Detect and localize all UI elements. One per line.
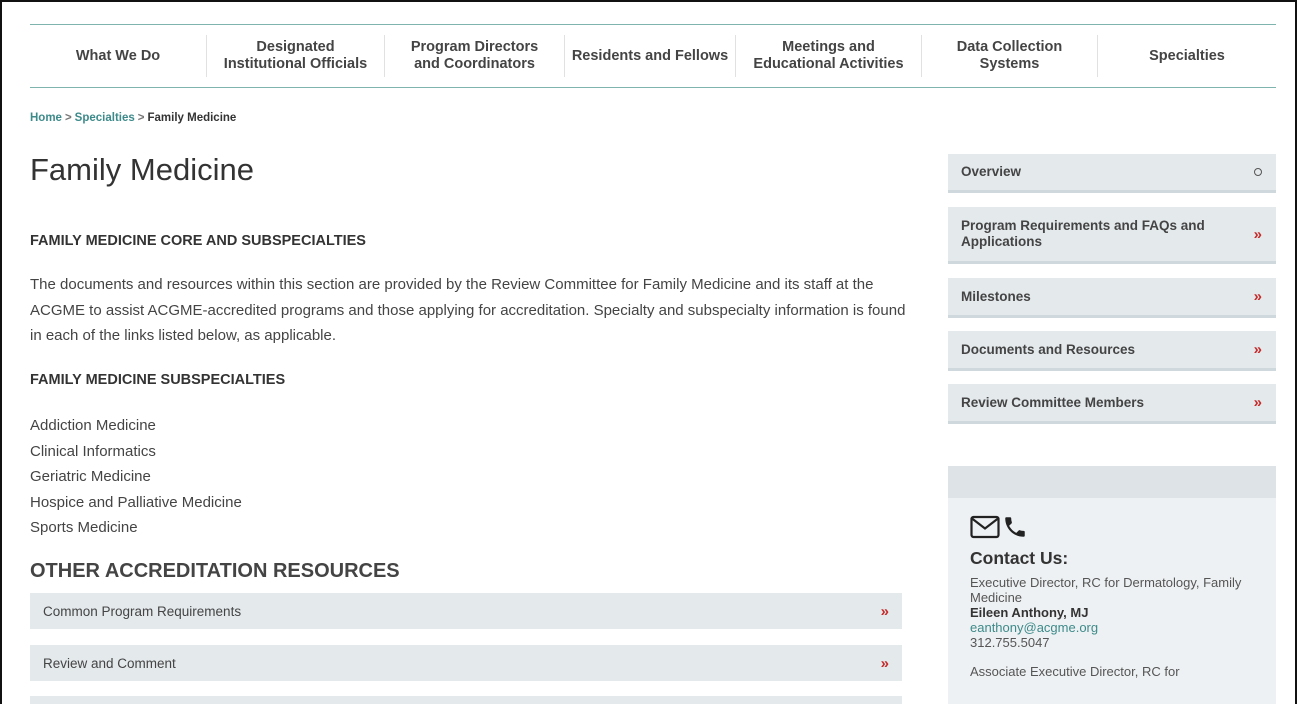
envelope-icon: [970, 515, 1000, 544]
resource-common-program-requirements[interactable]: Common Program Requirements »: [30, 593, 902, 629]
resource-item[interactable]: [30, 696, 902, 704]
contact-role-secondary: Associate Executive Director, RC for: [970, 664, 1180, 679]
other-resources-heading: OTHER ACCREDITATION RESOURCES: [30, 560, 400, 582]
contact-role: Executive Director, RC for Dermatology, …: [970, 575, 1242, 605]
subspecialty-link-hospice-palliative[interactable]: Hospice and Palliative Medicine: [30, 490, 242, 516]
circle-icon: [1254, 168, 1262, 176]
chevron-double-right-icon: »: [1253, 394, 1262, 411]
sidebar-item-label: Overview: [961, 164, 1022, 179]
sidebar-item-label: Documents and Resources: [961, 341, 1136, 357]
breadcrumb-home-link[interactable]: Home: [30, 112, 62, 124]
subspecialty-link-geriatric-medicine[interactable]: Geriatric Medicine: [30, 464, 242, 490]
page-title: Family Medicine: [30, 152, 254, 187]
chevron-double-right-icon: »: [1253, 341, 1262, 358]
nav-residents-fellows[interactable]: Residents and Fellows: [565, 35, 736, 77]
contact-box: Contact Us: Executive Director, RC for D…: [948, 498, 1276, 704]
nav-data-collection[interactable]: Data Collection Systems: [922, 35, 1098, 77]
contact-phone: 312.755.5047: [970, 635, 1050, 650]
nav-designated-institutional-officials[interactable]: Designated Institutional Officials: [207, 35, 385, 77]
breadcrumb: Home > Specialties > Family Medicine: [30, 112, 236, 124]
contact-name: Eileen Anthony, MJ: [970, 605, 1089, 620]
contact-title: Contact Us:: [970, 548, 1069, 568]
sidebar-item-review-committee[interactable]: Review Committee Members »: [948, 384, 1276, 424]
resource-label: Review and Comment: [43, 655, 176, 671]
nav-specialties[interactable]: Specialties: [1098, 35, 1276, 77]
sidebar-item-program-requirements[interactable]: Program Requirements and FAQs and Applic…: [948, 207, 1276, 264]
sidebar-item-label: Milestones: [961, 288, 1031, 304]
contact-icons: [970, 512, 1254, 546]
breadcrumb-separator: >: [137, 112, 145, 124]
breadcrumb-current: Family Medicine: [147, 112, 237, 124]
chevron-double-right-icon: »: [1253, 288, 1262, 305]
nav-meetings-educational[interactable]: Meetings and Educational Activities: [736, 35, 922, 77]
contact-header-bar: [948, 466, 1276, 498]
page-frame: What We Do Designated Institutional Offi…: [0, 0, 1297, 704]
subspecialty-link-clinical-informatics[interactable]: Clinical Informatics: [30, 439, 242, 465]
sidebar-item-overview[interactable]: Overview: [948, 154, 1276, 193]
chevron-double-right-icon: »: [880, 654, 889, 672]
phone-icon: [1002, 514, 1028, 545]
breadcrumb-separator: >: [64, 112, 72, 124]
chevron-double-right-icon: »: [1253, 225, 1262, 243]
nav-what-we-do[interactable]: What We Do: [30, 35, 207, 77]
resource-label: Common Program Requirements: [43, 603, 242, 619]
resource-review-and-comment[interactable]: Review and Comment »: [30, 645, 902, 681]
sidebar-item-label: Review Committee Members: [961, 394, 1145, 410]
core-subspecialties-heading: FAMILY MEDICINE CORE AND SUBSPECIALTIES: [30, 233, 366, 249]
subspecialty-link-sports-medicine[interactable]: Sports Medicine: [30, 515, 242, 541]
sidebar-item-label: Program Requirements and FAQs and Applic…: [961, 218, 1205, 249]
subspecialty-list: Addiction Medicine Clinical Informatics …: [30, 413, 242, 541]
nav-program-directors[interactable]: Program Directors and Coordinators: [385, 35, 565, 77]
contact-email-link[interactable]: eanthony@acgme.org: [970, 620, 1254, 635]
main-nav: What We Do Designated Institutional Offi…: [30, 24, 1276, 88]
subspecialties-heading: FAMILY MEDICINE SUBSPECIALTIES: [30, 372, 286, 388]
intro-paragraph: The documents and resources within this …: [30, 276, 906, 344]
chevron-double-right-icon: »: [880, 602, 889, 620]
breadcrumb-specialties-link[interactable]: Specialties: [75, 112, 135, 124]
sidebar-item-milestones[interactable]: Milestones »: [948, 278, 1276, 318]
sidebar-item-documents-resources[interactable]: Documents and Resources »: [948, 331, 1276, 371]
subspecialty-link-addiction-medicine[interactable]: Addiction Medicine: [30, 413, 242, 439]
